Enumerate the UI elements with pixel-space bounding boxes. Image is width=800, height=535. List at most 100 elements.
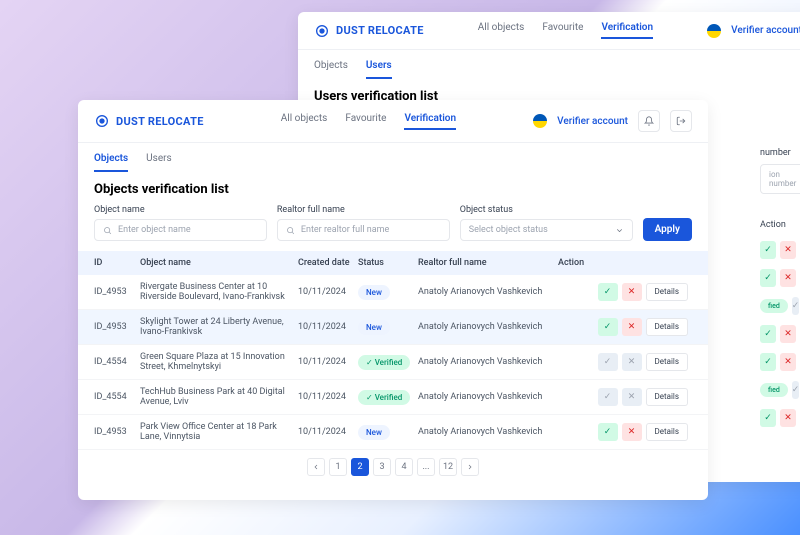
approve-button[interactable]: ✓: [792, 297, 800, 315]
cell-realtor: Anatoly Arianovych Vashkevich: [418, 427, 558, 437]
pagination: 1234...12: [78, 450, 708, 484]
reject-button[interactable]: ✕: [622, 388, 642, 406]
reject-button[interactable]: ✕: [780, 353, 796, 371]
account-label[interactable]: Verifier account: [731, 25, 800, 36]
reject-button[interactable]: ✕: [622, 423, 642, 441]
filter-status-select[interactable]: Select object status: [460, 219, 633, 241]
cell-name: Park View Office Center at 18 Park Lane,…: [140, 422, 298, 442]
reject-button[interactable]: ✕: [622, 318, 642, 336]
filter-number-input[interactable]: ion number: [760, 164, 800, 194]
reject-button[interactable]: ✕: [780, 269, 796, 287]
details-button[interactable]: Details: [646, 283, 688, 301]
approve-button[interactable]: ✓: [760, 409, 776, 427]
col-status: Status: [358, 258, 418, 268]
table-row: ✓✕D: [760, 236, 800, 264]
page-prev[interactable]: [307, 458, 325, 476]
page-1[interactable]: 1: [329, 458, 347, 476]
header: DUST RELOCATE All objects Favourite Veri…: [78, 100, 708, 143]
reject-button[interactable]: ✕: [622, 283, 642, 301]
approve-button[interactable]: ✓: [760, 269, 776, 287]
approve-button[interactable]: ✓: [760, 241, 776, 259]
main-nav: All objects Favourite Verification: [478, 22, 653, 39]
page-next[interactable]: [461, 458, 479, 476]
col-name: Object name: [140, 258, 298, 268]
reject-button[interactable]: ✕: [780, 325, 796, 343]
cell-id: ID_4953: [94, 427, 140, 437]
reject-button[interactable]: ✕: [622, 353, 642, 371]
col-realtor: Realtor full name: [418, 258, 558, 268]
logo[interactable]: DUST RELOCATE: [314, 23, 424, 39]
filter-name-input[interactable]: [94, 219, 267, 241]
apply-button[interactable]: Apply: [643, 218, 692, 241]
table-row: ✓✕D: [760, 348, 800, 376]
table-row: fied✓✕D: [760, 376, 800, 404]
cell-realtor: Anatoly Arianovych Vashkevich: [418, 392, 558, 402]
flag-icon: [707, 24, 721, 38]
cell-name: Green Square Plaza at 15 Innovation Stre…: [140, 352, 298, 372]
approve-button[interactable]: ✓: [760, 325, 776, 343]
logo-icon: [314, 23, 330, 39]
details-button[interactable]: Details: [646, 318, 688, 336]
nav-all-objects[interactable]: All objects: [281, 113, 328, 130]
subtab-users[interactable]: Users: [366, 60, 392, 79]
nav-favourite[interactable]: Favourite: [345, 113, 386, 130]
reject-button[interactable]: ✕: [780, 409, 796, 427]
approve-button[interactable]: ✓: [760, 353, 776, 371]
page-12[interactable]: 12: [439, 458, 457, 476]
approve-button[interactable]: ✓: [792, 381, 800, 399]
filter-realtor-input[interactable]: [277, 219, 450, 241]
cell-date: 10/11/2024: [298, 357, 358, 367]
table-row: ID_4554TechHub Business Park at 40 Digit…: [78, 380, 708, 415]
page-3[interactable]: 3: [373, 458, 391, 476]
chevron-down-icon: [615, 226, 624, 235]
table-row: ID_4953Park View Office Center at 18 Par…: [78, 415, 708, 450]
filter-name-label: Object name: [94, 205, 267, 215]
cell-id: ID_4953: [94, 322, 140, 332]
subtabs: Objects Users: [78, 143, 708, 172]
account-area: Verifier account: [707, 24, 800, 38]
table-row: ID_4953Rivergate Business Center at 10 R…: [78, 275, 708, 310]
bell-icon[interactable]: [638, 110, 660, 132]
reject-button[interactable]: ✕: [780, 241, 796, 259]
page-2[interactable]: 2: [351, 458, 369, 476]
cell-date: 10/11/2024: [298, 427, 358, 437]
nav-all-objects[interactable]: All objects: [478, 22, 525, 39]
account-label[interactable]: Verifier account: [557, 116, 628, 127]
cell-status: New: [358, 285, 418, 300]
col-action: Action: [558, 258, 688, 268]
cell-realtor: Anatoly Arianovych Vashkevich: [418, 287, 558, 297]
cell-date: 10/11/2024: [298, 392, 358, 402]
logout-icon[interactable]: [670, 110, 692, 132]
nav-verification[interactable]: Verification: [404, 113, 456, 130]
filter-status-label: Object status: [460, 205, 633, 215]
cell-name: Rivergate Business Center at 10 Riversid…: [140, 282, 298, 302]
details-button[interactable]: Details: [646, 423, 688, 441]
nav-favourite[interactable]: Favourite: [542, 22, 583, 39]
subtab-objects[interactable]: Objects: [314, 60, 348, 79]
page-4[interactable]: 4: [395, 458, 413, 476]
details-button[interactable]: Details: [646, 353, 688, 371]
subtab-objects[interactable]: Objects: [94, 153, 128, 172]
filter-bar: Object name Realtor full name Object sta…: [78, 205, 708, 251]
page-...[interactable]: ...: [417, 458, 435, 476]
approve-button[interactable]: ✓: [598, 283, 618, 301]
logo[interactable]: DUST RELOCATE: [94, 113, 204, 129]
main-nav: All objects Favourite Verification: [281, 113, 456, 130]
approve-button[interactable]: ✓: [598, 388, 618, 406]
search-icon: [286, 226, 295, 235]
nav-verification[interactable]: Verification: [601, 22, 653, 39]
approve-button[interactable]: ✓: [598, 423, 618, 441]
approve-button[interactable]: ✓: [598, 353, 618, 371]
details-button[interactable]: Details: [646, 388, 688, 406]
cell-status: ✓ Verified: [358, 355, 418, 370]
filter-realtor-label: Realtor full name: [277, 205, 450, 215]
col-action: Action: [760, 214, 800, 236]
cell-name: TechHub Business Park at 40 Digital Aven…: [140, 387, 298, 407]
cell-id: ID_4953: [94, 287, 140, 297]
logo-icon: [94, 113, 110, 129]
approve-button[interactable]: ✓: [598, 318, 618, 336]
table-row: ID_4554Green Square Plaza at 15 Innovati…: [78, 345, 708, 380]
cell-id: ID_4554: [94, 392, 140, 402]
subtab-users[interactable]: Users: [146, 153, 172, 172]
filter-number-label: number: [760, 142, 800, 164]
